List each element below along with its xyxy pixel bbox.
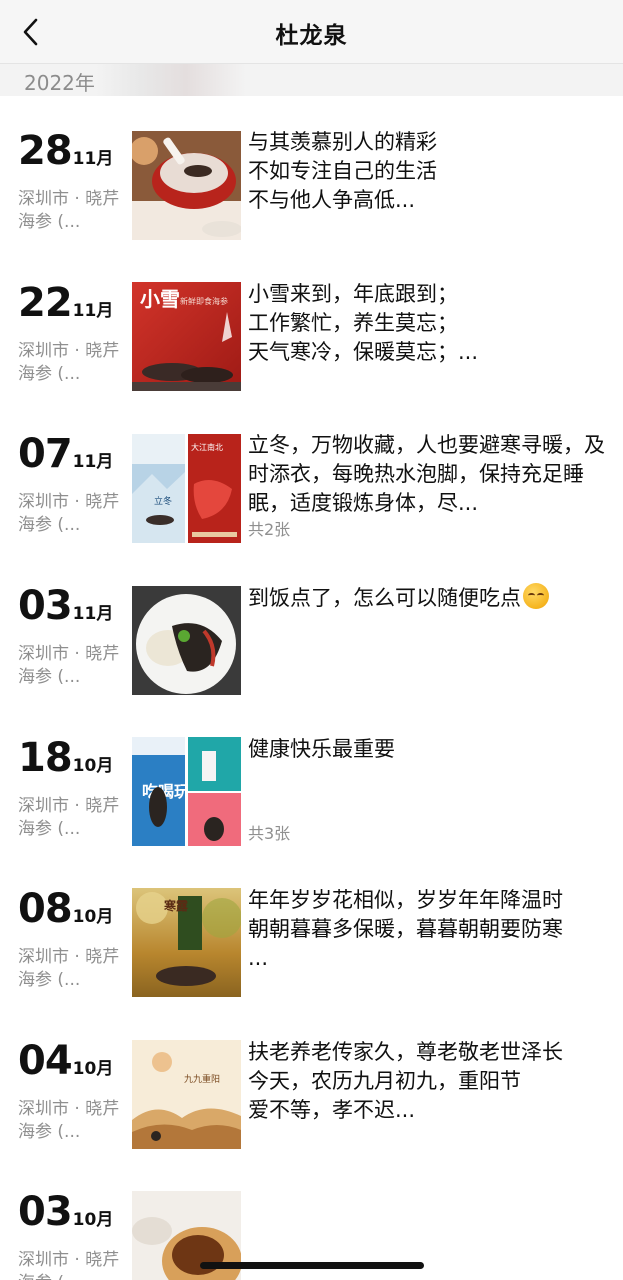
post-text: 年年岁岁花相似，岁岁年年降温时 朝朝暮暮多保暖，暮暮朝朝要防寒 ... xyxy=(248,888,563,970)
post-entry[interactable]: 0711月 深圳市 · 晓芹海参 (... 立冬 大江南北 立冬，万物收藏，人也… xyxy=(0,431,623,571)
post-location: 深圳市 · 晓芹海参 (... xyxy=(18,947,120,990)
post-day: 28 xyxy=(18,128,73,174)
year-header: 2022年 xyxy=(0,64,623,96)
post-month: 10月 xyxy=(72,1210,114,1230)
post-text: 小雪来到，年底跟到； 工作繁忙，养生莫忘； 天气寒冷，保暖莫忘；... xyxy=(248,282,479,364)
post-month: 11月 xyxy=(72,149,114,169)
thumbnail-caption: 九九重阳 xyxy=(184,1073,220,1085)
post-day: 22 xyxy=(18,280,73,326)
post-day: 04 xyxy=(18,1038,73,1084)
post-location: 深圳市 · 晓芹海参 (... xyxy=(18,1099,120,1142)
post-date: 0410月 xyxy=(18,1038,113,1084)
post-date: 0711月 xyxy=(18,431,113,477)
post-location: 深圳市 · 晓芹海参 (... xyxy=(18,644,120,687)
photo-count: 共3张 xyxy=(248,824,291,843)
post-thumbnail[interactable]: 立冬 大江南北 xyxy=(132,434,241,543)
thumbnail-caption: 大江南北 xyxy=(191,442,223,452)
post-month: 11月 xyxy=(72,604,114,624)
thumbnail-caption: 寒露 xyxy=(163,898,189,913)
blur-overlay xyxy=(96,64,246,96)
home-indicator[interactable] xyxy=(200,1262,424,1269)
post-entry[interactable]: 0311月 深圳市 · 晓芹海参 (... 到饭点了，怎么可以随便吃点 xyxy=(0,583,623,723)
nav-bar: 杜龙泉 xyxy=(0,0,623,64)
emoji-icon xyxy=(523,583,549,609)
post-date: 0810月 xyxy=(18,886,113,932)
post-text: 扶老养老传家久，尊老敬老世泽长 今天，农历九月初九，重阳节 爱不等，孝不迟... xyxy=(248,1040,563,1122)
post-month: 10月 xyxy=(72,1059,114,1079)
post-date: 0310月 xyxy=(18,1189,113,1235)
post-month: 11月 xyxy=(72,301,114,321)
post-day: 07 xyxy=(18,431,73,477)
year-label: 2022年 xyxy=(24,71,95,95)
post-thumbnail[interactable]: 寒露 xyxy=(132,888,241,997)
post-location: 深圳市 · 晓芹海参 (... xyxy=(18,341,120,384)
post-day: 03 xyxy=(18,583,73,629)
post-text: 到饭点了，怎么可以随便吃点 xyxy=(248,583,613,613)
post-thumbnail[interactable]: 九九重阳 xyxy=(132,1040,241,1149)
post-location: 深圳市 · 晓芹海参 (... xyxy=(18,492,120,535)
page-title: 杜龙泉 xyxy=(275,23,348,49)
post-month: 10月 xyxy=(72,756,114,776)
post-date: 2211月 xyxy=(18,280,113,326)
post-day: 18 xyxy=(18,735,73,781)
post-entry[interactable]: 0410月 深圳市 · 晓芹海参 (... 九九重阳 扶老养老传家久，尊老敬老世… xyxy=(0,1038,623,1178)
post-text: 健康快乐最重要 xyxy=(248,737,395,761)
post-thumbnail[interactable]: 吃喝玩乐 xyxy=(132,737,241,846)
post-date: 2811月 xyxy=(18,128,113,174)
post-date: 0311月 xyxy=(18,583,113,629)
post-location: 深圳市 · 晓芹海参 (... xyxy=(18,796,120,839)
post-day: 03 xyxy=(18,1189,73,1235)
thumbnail-caption: 新鲜即食海参 xyxy=(180,296,228,306)
post-month: 10月 xyxy=(72,907,114,927)
photo-count: 共2张 xyxy=(248,520,291,539)
thumbnail-title: 小雪 xyxy=(140,287,180,311)
post-thumbnail[interactable] xyxy=(132,131,241,240)
post-day: 08 xyxy=(18,886,73,932)
post-location: 深圳市 · 晓芹海参 (... xyxy=(18,1250,120,1280)
post-text: 立冬，万物收藏，人也要避寒寻暖，及时添衣，每晚热水泡脚，保持充足睡眠，适度锻炼身… xyxy=(248,433,605,515)
post-thumbnail[interactable]: 小雪 新鲜即食海参 xyxy=(132,282,241,391)
post-entry[interactable]: 1810月 深圳市 · 晓芹海参 (... 吃喝玩乐 健康快乐最重要 共3张 xyxy=(0,735,623,875)
post-text: 与其羡慕别人的精彩 不如专注自己的生活 不与他人争高低... xyxy=(248,130,437,212)
post-entry[interactable]: 2211月 深圳市 · 晓芹海参 (... 小雪 新鲜即食海参 小雪来到，年底跟… xyxy=(0,280,623,420)
post-text-content: 到饭点了，怎么可以随便吃点 xyxy=(248,586,521,610)
post-entry[interactable]: 0810月 深圳市 · 晓芹海参 (... 寒露 年年岁岁花相似，岁岁年年降温时… xyxy=(0,886,623,1026)
post-thumbnail[interactable] xyxy=(132,586,241,695)
post-location: 深圳市 · 晓芹海参 (... xyxy=(18,189,120,232)
post-month: 11月 xyxy=(72,452,114,472)
post-date: 1810月 xyxy=(18,735,113,781)
thumbnail-caption: 立冬 xyxy=(154,495,172,507)
post-entry[interactable]: 2811月 深圳市 · 晓芹海参 (... 与其羡慕别人的精彩 不如专注自己的生… xyxy=(0,128,623,268)
